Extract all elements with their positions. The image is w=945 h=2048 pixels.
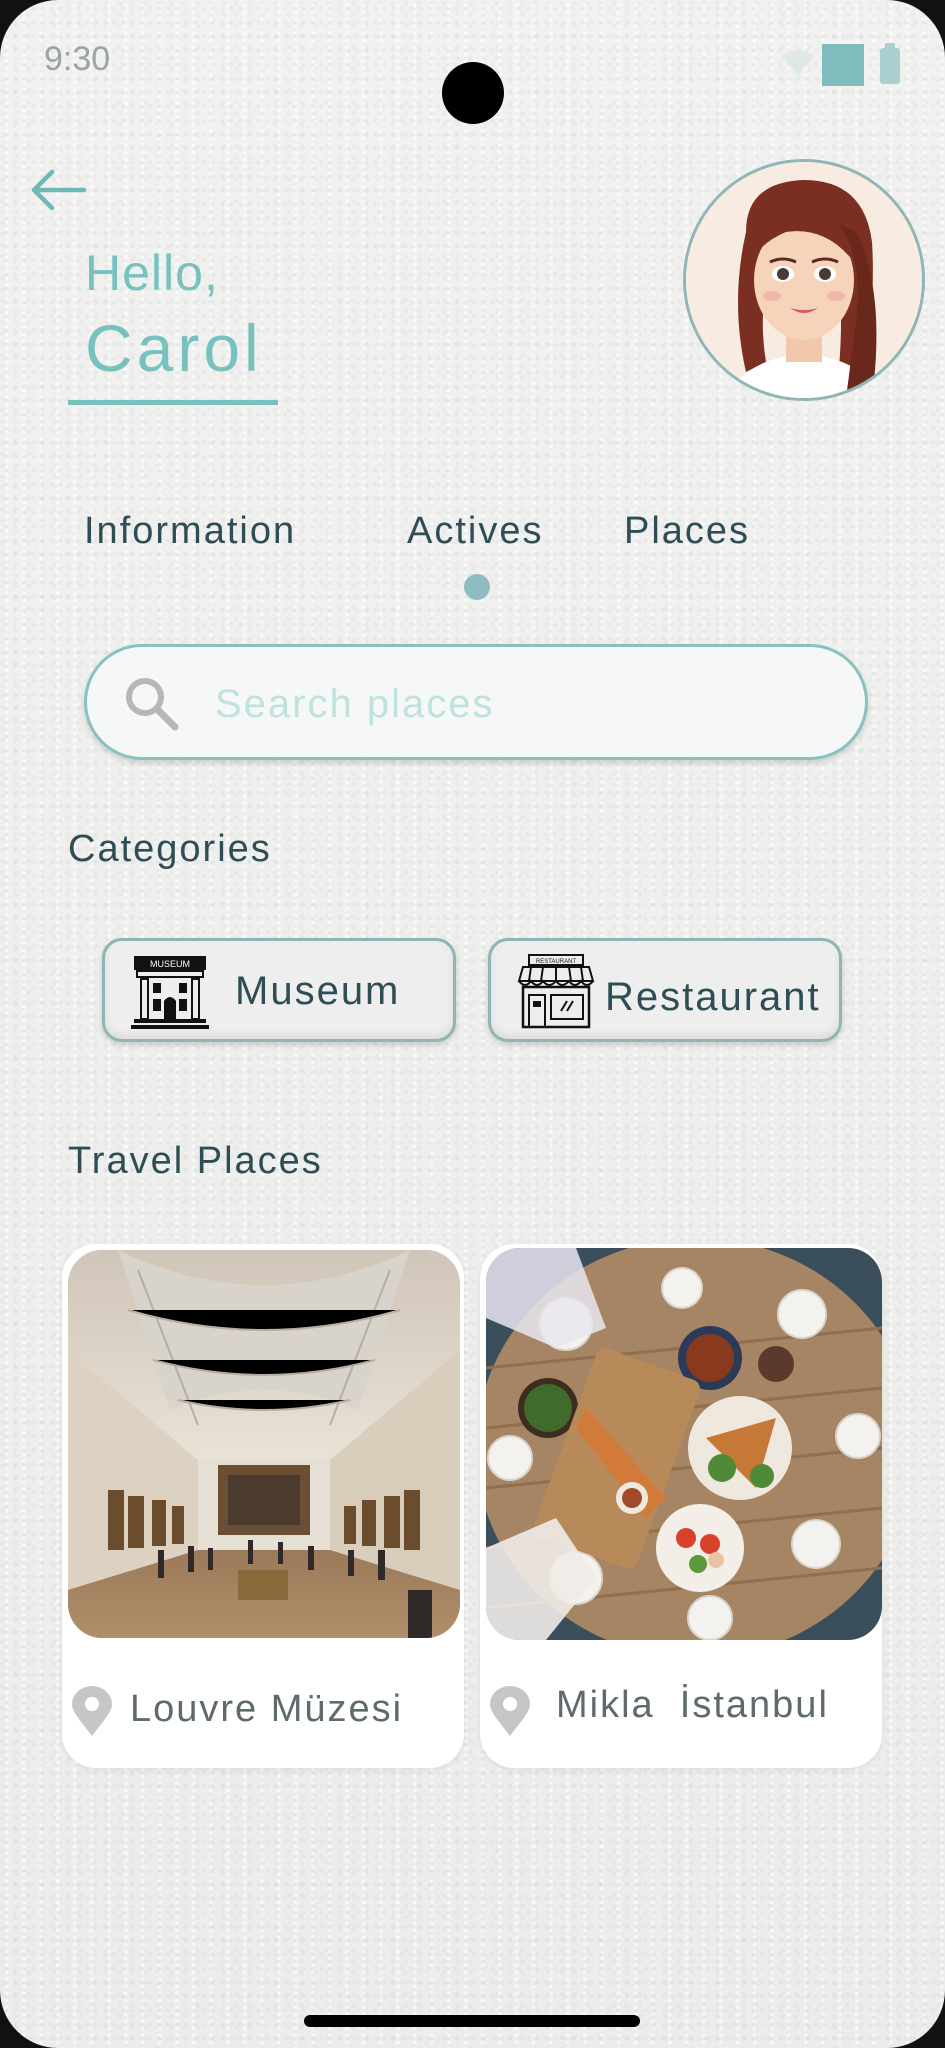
place-name: Louvre Müzesi [130, 1688, 404, 1730]
avatar[interactable] [683, 159, 925, 401]
active-tab-indicator [464, 574, 490, 600]
category-museum-label: Museum [235, 969, 401, 1013]
museum-icon: MUSEUM [131, 956, 209, 1029]
name-underline [68, 400, 278, 405]
location-pin-icon [490, 1686, 530, 1736]
user-name: Carol [85, 311, 263, 385]
status-time: 9:30 [44, 40, 111, 78]
svg-text:MUSEUM: MUSEUM [150, 959, 190, 969]
location-pin-icon [72, 1686, 112, 1736]
restaurant-icon: RESTAURANT [517, 954, 595, 1029]
tab-places[interactable]: Places [624, 510, 750, 553]
category-restaurant-label: Restaurant [605, 975, 821, 1019]
avatar-illustration [686, 162, 922, 398]
home-indicator[interactable] [304, 2015, 640, 2027]
phone-screen: 9:30 Hello, Carol Information Actives Pl… [0, 0, 945, 2048]
camera-cutout [442, 62, 504, 124]
search-icon [126, 678, 179, 731]
louvre-image [68, 1250, 460, 1638]
tab-actives[interactable]: Actives [407, 510, 543, 553]
travel-places-title: Travel Places [68, 1140, 323, 1182]
place-card-louvre[interactable]: Louvre Müzesi [62, 1244, 464, 1768]
svg-text:RESTAURANT: RESTAURANT [536, 959, 577, 965]
category-museum-button[interactable]: MUSEUM Museum [102, 938, 456, 1042]
mikla-image [486, 1248, 882, 1640]
status-icons [780, 42, 910, 88]
search-bar[interactable] [84, 644, 868, 760]
tab-information[interactable]: Information [84, 510, 296, 553]
signal-icon [822, 44, 864, 86]
back-arrow-icon[interactable] [26, 160, 90, 220]
category-restaurant-button[interactable]: RESTAURANT Restaurant [488, 938, 842, 1042]
search-input[interactable] [213, 677, 817, 731]
greeting-hello: Hello, [85, 245, 219, 301]
wifi-icon [782, 50, 814, 76]
place-card-mikla[interactable]: Mikla İstanbul [480, 1244, 882, 1768]
place-name: Mikla İstanbul [556, 1684, 829, 1726]
categories-title: Categories [68, 828, 272, 870]
battery-icon [880, 43, 900, 84]
